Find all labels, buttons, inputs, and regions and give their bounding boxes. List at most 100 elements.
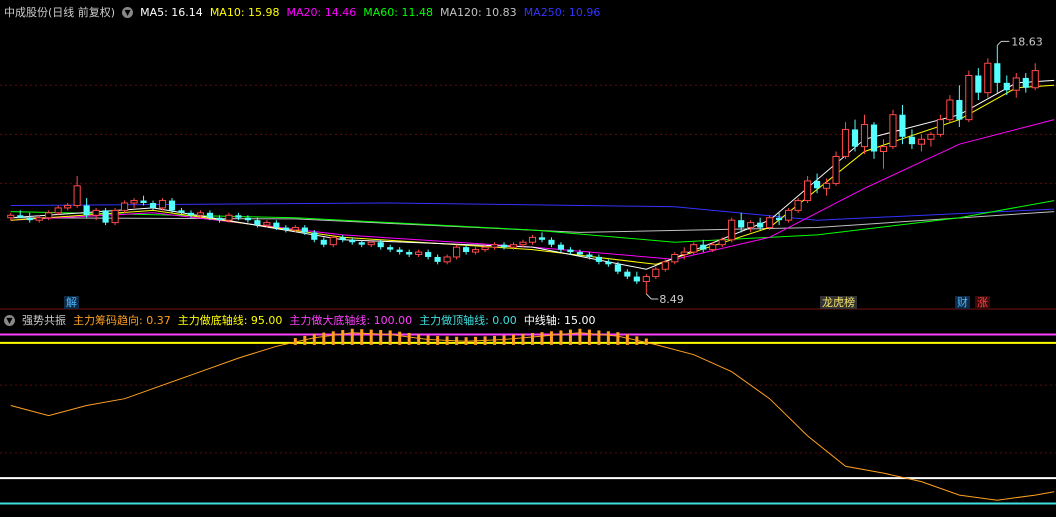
sub-panel-header: ▼ 强势共振 主力筹码趋向: 0.37 主力做底轴线: 95.00 主力做大底轴线:…	[4, 311, 603, 329]
candle-body	[434, 256, 441, 262]
sub-panel-title: 强势共振	[22, 314, 66, 327]
candle-body	[709, 244, 717, 251]
candle-body	[320, 239, 327, 245]
candle-body	[804, 180, 812, 202]
low-marker	[645, 293, 659, 300]
trend-bar	[293, 338, 297, 345]
candle-body	[728, 219, 736, 241]
candle-body	[956, 100, 963, 120]
candle-body	[130, 200, 138, 204]
candle-body	[358, 242, 365, 245]
candle-body	[690, 244, 698, 253]
candle-body	[349, 239, 356, 243]
trend-bar	[483, 336, 487, 345]
candle-body	[367, 241, 375, 246]
candle-body	[329, 236, 337, 246]
candle-body	[509, 244, 518, 248]
candle-body	[528, 236, 537, 243]
trend-bar	[512, 334, 516, 345]
candle-body	[889, 114, 897, 148]
candle-body	[235, 215, 242, 218]
candle-body	[187, 212, 195, 216]
candle-body	[870, 124, 878, 152]
candle-body	[794, 200, 802, 211]
event-tag-2[interactable]: 财	[955, 296, 970, 309]
trend-bar	[379, 330, 383, 345]
candle-body	[879, 146, 888, 153]
stock-chart[interactable]: 18.63 8.49	[0, 0, 1056, 517]
candle-body	[7, 214, 15, 219]
trend-bar	[312, 333, 316, 345]
trend-bar	[464, 337, 468, 345]
ma-line-ma250	[10, 202, 1055, 221]
candle-body	[965, 74, 973, 121]
candle-body	[1031, 70, 1039, 89]
candle-body	[206, 212, 214, 218]
candle-body	[927, 133, 935, 140]
candle-body	[757, 222, 764, 228]
high-marker	[996, 40, 1010, 46]
main-panel-header: 中成股份(日线 前复权) ▼ MA5: 16.14 MA10: 15.98 MA20…	[4, 3, 607, 21]
candle-body	[273, 222, 280, 228]
trend-bar	[331, 331, 335, 345]
trend-bar	[360, 329, 364, 345]
trend-bar	[445, 336, 449, 345]
candle-body	[17, 215, 24, 218]
candle-body	[908, 136, 916, 145]
trend-bar	[426, 335, 430, 345]
candle-body	[519, 241, 527, 246]
candle-body	[994, 63, 1001, 83]
candle-body	[1022, 77, 1029, 88]
chevron-down-icon[interactable]: ▼	[4, 314, 15, 326]
trend-bar	[616, 332, 620, 345]
candle-body	[841, 128, 850, 157]
trend-bar	[341, 330, 345, 345]
ma-indicator-list: MA5: 16.14 MA10: 15.98 MA20: 14.46 MA60: 11…	[140, 6, 607, 19]
trend-bar	[568, 329, 572, 345]
ma-indicator-1: MA10: 15.98	[209, 5, 280, 19]
price-annotations: 18.63 8.49	[645, 35, 1043, 306]
trend-bar	[398, 331, 402, 345]
candle-body	[453, 246, 461, 258]
trend-bar	[521, 333, 525, 345]
event-tag-0[interactable]: 解	[64, 296, 79, 309]
candle-body	[225, 214, 233, 221]
candle-body	[614, 264, 621, 272]
candle-body	[73, 185, 81, 206]
trend-bar	[322, 332, 326, 345]
sub-indicator-1: 主力做底轴线: 95.00	[177, 314, 283, 327]
sub-indicator-0: 主力筹码趋向: 0.37	[73, 314, 171, 327]
candle-body	[500, 244, 508, 248]
ma-indicator-2: MA20: 14.46	[286, 5, 357, 19]
candle-body	[633, 276, 640, 282]
candle-body	[860, 124, 869, 148]
candle-body	[700, 244, 707, 250]
candle-body	[738, 220, 745, 228]
candle-body	[396, 249, 403, 253]
trend-bar	[625, 334, 629, 345]
candle-body	[832, 155, 840, 184]
high-price-label: 18.63	[1011, 35, 1043, 48]
event-tag-1[interactable]: 龙虎榜	[820, 296, 857, 309]
candle-body	[946, 99, 954, 121]
candle-body	[406, 252, 413, 255]
trend-bar	[530, 332, 534, 345]
trend-bar	[493, 335, 497, 345]
chevron-down-icon[interactable]: ▼	[122, 6, 134, 18]
candle-body	[984, 62, 992, 94]
candle-body	[766, 217, 774, 229]
candle-body	[178, 210, 185, 213]
candle-body	[462, 247, 470, 253]
event-tag-3[interactable]: 涨	[975, 296, 990, 309]
stock-title: 中成股份(日线 前复权)	[4, 6, 116, 19]
candle-body	[680, 251, 688, 256]
trend-bar	[597, 330, 601, 345]
ma-indicator-0: MA5: 16.14	[140, 5, 203, 19]
trend-bar	[407, 332, 411, 345]
candle-body	[661, 261, 669, 270]
trend-bar	[559, 330, 563, 345]
candle-body	[301, 227, 308, 233]
sub-indicator-list: 主力筹码趋向: 0.37 主力做底轴线: 95.00 主力做大底轴线: 100.00…	[73, 312, 603, 328]
candle-body	[548, 239, 555, 245]
candle-body	[120, 202, 129, 211]
